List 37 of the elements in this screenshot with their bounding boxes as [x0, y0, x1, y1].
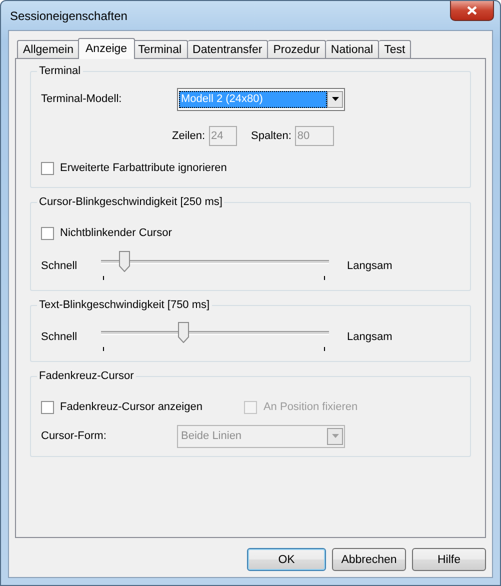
tab[interactable]: Terminal — [133, 40, 188, 58]
checkbox-label[interactable]: Nichtblinkender Cursor — [60, 227, 172, 239]
window-title: Sessioneigenschaften — [10, 9, 128, 23]
field-label: Spalten: — [251, 130, 292, 142]
tab[interactable]: Test — [379, 40, 412, 58]
checkbox-label[interactable]: Fadenkreuz-Cursor anzeigen — [60, 401, 202, 413]
slider-label: Schnell — [41, 331, 78, 343]
group-title: Terminal — [38, 65, 82, 77]
field-label: Zeilen: — [172, 130, 206, 142]
group-title: Cursor-Blinkgeschwindigkeit [250 ms] — [38, 196, 224, 208]
slider-thumb[interactable] — [178, 322, 190, 343]
slider-label: Schnell — [41, 260, 78, 272]
close-icon — [467, 6, 477, 15]
close-button[interactable] — [450, 1, 494, 21]
checkbox[interactable] — [41, 226, 54, 240]
slider-label: Langsam — [347, 260, 392, 272]
slider-label: Langsam — [347, 331, 392, 343]
caret-icon — [332, 434, 338, 438]
slider[interactable] — [101, 322, 329, 352]
field-label: Cursor-Form: — [41, 430, 108, 442]
tab[interactable]: National — [326, 40, 380, 58]
dialog-button[interactable]: OK — [247, 548, 326, 571]
tab[interactable]: Datentransfer — [188, 40, 268, 58]
slider[interactable] — [101, 251, 329, 281]
tab[interactable]: Allgemein — [17, 40, 80, 58]
dialog-button[interactable]: Hilfe — [412, 548, 486, 571]
caret-icon — [332, 97, 338, 101]
field-label: Terminal-Modell: — [41, 93, 123, 105]
group-title: Fadenkreuz-Cursor — [38, 370, 135, 382]
slider-thumb[interactable] — [118, 251, 130, 272]
dialog-button[interactable]: Abbrechen — [332, 548, 406, 571]
checkbox-label[interactable]: Erweiterte Farbattribute ignorieren — [60, 162, 227, 174]
tab[interactable]: Anzeige — [78, 38, 136, 59]
checkbox[interactable] — [41, 162, 54, 174]
tab[interactable]: Prozedur — [268, 40, 326, 58]
checkbox[interactable] — [41, 400, 54, 414]
group-title: Text-Blinkgeschwindigkeit [750 ms] — [38, 299, 211, 311]
